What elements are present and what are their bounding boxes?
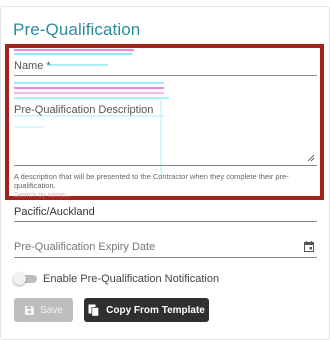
expiry-date-input[interactable]	[14, 257, 317, 258]
notification-toggle-label: Enable Pre-Qualification Notification	[43, 273, 220, 285]
render-artifact	[14, 49, 134, 51]
copy-button-label: Copy From Template	[106, 304, 205, 316]
expiry-date-label: Pre-Qualification Expiry Date	[14, 241, 156, 253]
timezone-underline	[14, 221, 317, 222]
render-artifact	[14, 92, 164, 94]
render-artifact	[14, 97, 169, 99]
resize-grip-icon[interactable]	[307, 154, 315, 162]
page-title: Pre-Qualification	[13, 20, 141, 39]
copy-icon	[88, 304, 100, 316]
calendar-icon[interactable]	[304, 241, 314, 252]
render-artifact	[14, 87, 164, 89]
floppy-disk-icon	[25, 305, 35, 315]
save-button-label: Save	[40, 304, 63, 316]
description-helper-text: A description that will be presented to …	[14, 172, 289, 190]
copy-from-template-button[interactable]: Copy From Template	[84, 298, 209, 322]
save-button[interactable]: Save	[14, 298, 73, 322]
name-input[interactable]	[14, 75, 317, 76]
render-artifact	[14, 53, 132, 55]
render-artifact	[14, 82, 164, 84]
toggle-knob	[13, 272, 26, 285]
name-field-label: Name *	[14, 60, 51, 72]
notification-toggle[interactable]	[13, 272, 37, 285]
timezone-value[interactable]: Pacific/Auckland	[14, 206, 95, 218]
faded-helper-text: Search by name...	[14, 192, 71, 199]
description-textarea[interactable]	[14, 100, 317, 166]
render-artifact	[48, 64, 108, 66]
